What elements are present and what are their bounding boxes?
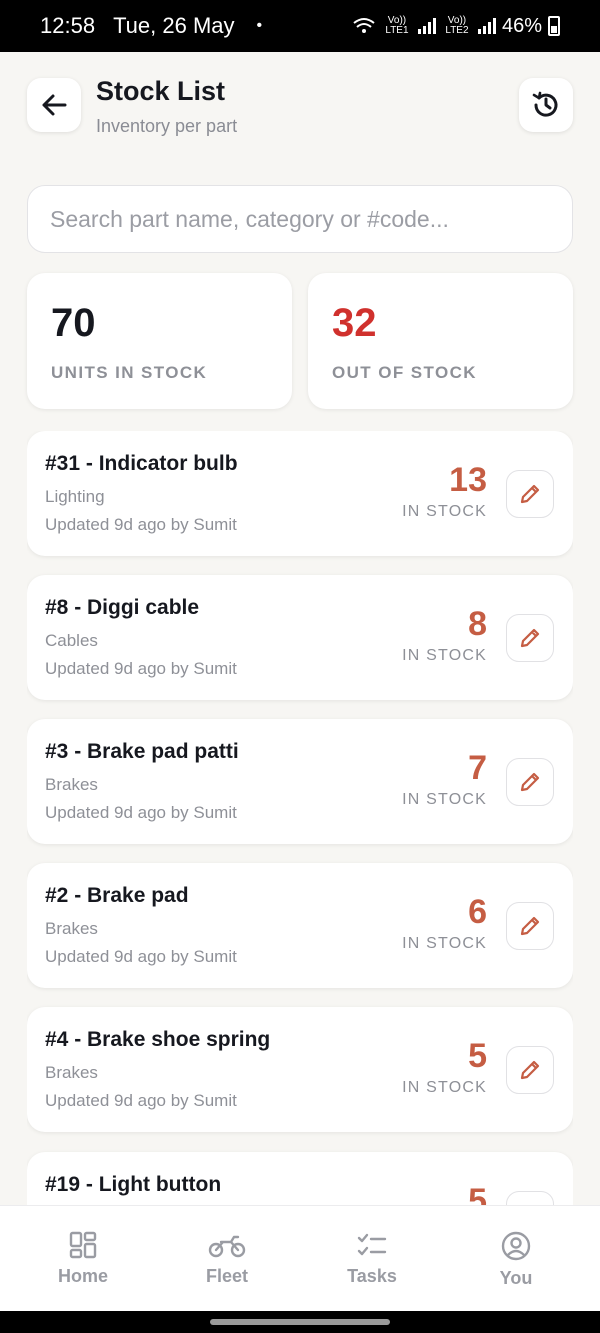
part-quantity-label: IN STOCK — [402, 503, 487, 520]
gesture-bar — [0, 1311, 600, 1333]
part-quantity: 6 — [468, 893, 487, 931]
battery-icon — [548, 16, 560, 36]
nav-home-label: Home — [57, 1266, 108, 1286]
parts-list[interactable]: #31 - Indicator bulb Lighting Updated 9d… — [27, 431, 573, 1205]
home-indicator[interactable] — [210, 1319, 390, 1325]
units-in-stock-value: 70 — [51, 301, 96, 345]
notification-dot: • — [256, 17, 263, 34]
part-updated: Updated 9d ago by Sumit — [45, 515, 237, 534]
list-item[interactable]: #3 - Brake pad patti Brakes Updated 9d a… — [27, 719, 573, 844]
nav-tasks[interactable]: Tasks — [297, 1206, 447, 1312]
part-quantity: 8 — [468, 605, 487, 643]
part-name: #19 - Light button — [45, 1173, 222, 1196]
part-quantity-label: IN STOCK — [402, 935, 487, 952]
part-quantity: 5 — [468, 1037, 487, 1075]
part-name: #8 - Diggi cable — [45, 596, 200, 619]
search-input[interactable]: Search part name, category or #code... — [27, 185, 573, 253]
back-button[interactable] — [27, 78, 81, 132]
out-of-stock-value: 32 — [332, 301, 377, 345]
wifi-icon — [353, 18, 375, 33]
nav-fleet-label: Fleet — [205, 1266, 248, 1286]
page-title: Stock List — [96, 76, 226, 106]
part-name: #3 - Brake pad patti — [45, 740, 239, 763]
out-of-stock-card[interactable]: 32 OUT OF STOCK — [308, 273, 573, 409]
edit-button[interactable] — [506, 1191, 554, 1205]
page-subtitle: Inventory per part — [96, 116, 238, 136]
nav-fleet[interactable]: Fleet — [152, 1206, 302, 1312]
status-icons: Vo)) LTE1 Vo)) LTE2 46% — [352, 15, 560, 38]
pencil-icon — [520, 916, 540, 936]
edit-button[interactable] — [506, 614, 554, 662]
edit-button[interactable] — [506, 758, 554, 806]
part-updated: Updated 9d ago by Sumit — [45, 1091, 237, 1110]
units-in-stock-label: UNITS IN STOCK — [51, 363, 208, 382]
part-category: Lighting — [45, 487, 105, 506]
part-quantity: 13 — [449, 461, 487, 499]
page-header: Stock List Inventory per part — [0, 52, 600, 162]
pencil-icon — [520, 772, 540, 792]
lte1-label: Vo)) LTE1 — [385, 15, 409, 36]
part-name: #31 - Indicator bulb — [45, 452, 238, 475]
nav-you[interactable]: You — [441, 1206, 591, 1312]
part-updated: Updated 9d ago by Sumit — [45, 659, 237, 678]
part-quantity-label: IN STOCK — [402, 647, 487, 664]
part-quantity: 5 — [468, 1182, 487, 1205]
nav-tasks-label: Tasks — [347, 1266, 397, 1286]
checklist-icon — [357, 1233, 387, 1256]
out-of-stock-label: OUT OF STOCK — [332, 363, 477, 382]
pencil-icon — [520, 628, 540, 648]
pencil-icon — [520, 484, 540, 504]
list-item[interactable]: #4 - Brake shoe spring Brakes Updated 9d… — [27, 1007, 573, 1132]
history-button[interactable] — [519, 78, 573, 132]
list-item[interactable]: #8 - Diggi cable Cables Updated 9d ago b… — [27, 575, 573, 700]
list-item[interactable]: #2 - Brake pad Brakes Updated 9d ago by … — [27, 863, 573, 988]
part-name: #2 - Brake pad — [45, 884, 189, 907]
search-placeholder: Search part name, category or #code... — [50, 205, 449, 232]
motorbike-icon — [208, 1235, 246, 1258]
part-updated: Updated 9d ago by Sumit — [45, 803, 237, 822]
list-item[interactable]: #31 - Indicator bulb Lighting Updated 9d… — [27, 431, 573, 556]
part-quantity-label: IN STOCK — [402, 791, 487, 808]
edit-button[interactable] — [506, 902, 554, 950]
battery-percent: 46% — [501, 14, 542, 37]
history-icon — [532, 91, 558, 117]
part-quantity: 7 — [468, 749, 487, 787]
nav-you-label: You — [499, 1268, 533, 1288]
part-category: Cables — [45, 631, 98, 650]
status-date: Tue, 26 May — [113, 13, 235, 38]
lte2-label: Vo)) LTE2 — [445, 15, 469, 36]
edit-button[interactable] — [506, 470, 554, 518]
part-name: #4 - Brake shoe spring — [45, 1028, 271, 1051]
part-quantity-label: IN STOCK — [402, 1079, 487, 1096]
pencil-icon — [520, 1060, 540, 1080]
bottom-navigation: Home Fleet Tasks You — [0, 1205, 600, 1311]
signal-icon — [477, 18, 496, 34]
part-category: Brakes — [45, 919, 98, 938]
nav-home[interactable]: Home — [8, 1206, 158, 1312]
grid-icon — [69, 1231, 97, 1259]
status-time: 12:58 — [40, 13, 96, 38]
list-item[interactable]: #19 - Light button 5 — [27, 1152, 573, 1205]
arrow-left-icon — [42, 94, 67, 116]
edit-button[interactable] — [506, 1046, 554, 1094]
part-category: Brakes — [45, 775, 98, 794]
units-in-stock-card: 70 UNITS IN STOCK — [27, 273, 292, 409]
part-updated: Updated 9d ago by Sumit — [45, 947, 237, 966]
user-circle-icon — [501, 1231, 531, 1261]
part-category: Brakes — [45, 1063, 98, 1082]
signal-icon — [417, 18, 436, 34]
status-bar: 12:58 Tue, 26 May • Vo)) LTE1 Vo)) LTE2 … — [0, 0, 600, 52]
